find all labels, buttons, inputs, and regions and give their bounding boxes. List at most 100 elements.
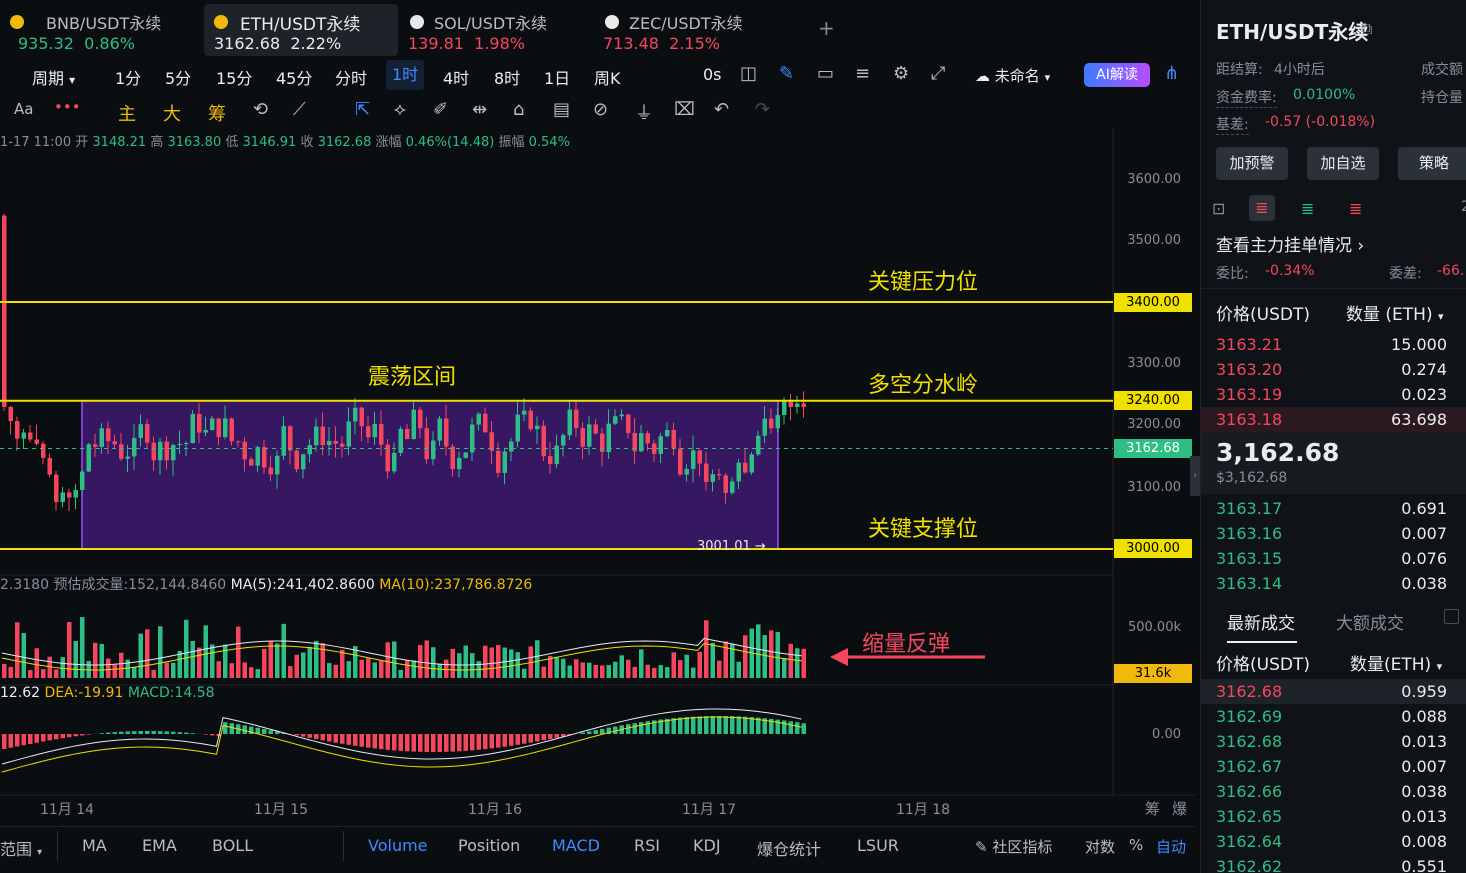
candle <box>561 435 566 446</box>
collapse-handle[interactable]: › <box>1190 456 1200 496</box>
share-icon[interactable]: ⋔ <box>1164 63 1179 84</box>
bid-row[interactable]: 3163.17 0.691 <box>1201 496 1466 521</box>
edit-icon[interactable]: ▤ <box>553 99 570 120</box>
col-qty2[interactable]: 数量(ETH) ▾ <box>1350 650 1442 675</box>
pencil-icon[interactable]: ✎ <box>779 63 794 84</box>
low-marker-value: 3001.01 <box>697 539 751 554</box>
tab-bnb[interactable]: BNB/USDT永续 935.32 0.86% <box>0 4 200 56</box>
book-both-icon[interactable]: ≣ <box>1249 195 1275 221</box>
magnet-icon[interactable]: ⊘ <box>593 99 608 120</box>
ind-liquidation[interactable]: 爆仓统计 <box>757 836 821 860</box>
chip-button[interactable]: 筹 <box>208 100 226 126</box>
tab-big-trades[interactable]: 大额成交 <box>1336 609 1404 634</box>
tab-eth[interactable]: ETH/USDT永续 3162.68 2.22% <box>204 4 398 56</box>
macd-bar <box>671 718 676 734</box>
sync-icon[interactable]: ⟲ <box>253 99 268 120</box>
volume-bar <box>762 635 767 678</box>
tab-latest-trades[interactable]: 最新成交 <box>1227 609 1295 634</box>
comment-icon[interactable]: ▭ <box>817 63 834 84</box>
book-view-icon[interactable]: ⊡ <box>1212 199 1225 218</box>
alert-button[interactable]: 加预警 <box>1216 147 1288 180</box>
candle <box>8 406 13 422</box>
list-icon[interactable]: ≡ <box>855 63 870 84</box>
tf-8h[interactable]: 8时 <box>494 65 520 89</box>
panel-title: ETH/USDT永续 <box>1216 20 1369 44</box>
ind-kdj[interactable]: KDJ <box>693 836 721 855</box>
macd-bar <box>8 734 13 748</box>
brush-icon[interactable]: ✐ <box>433 99 448 120</box>
watchlist-button[interactable]: 加自选 <box>1307 147 1379 180</box>
ind-macd[interactable]: MACD <box>552 836 600 855</box>
ind-volume[interactable]: Volume <box>368 836 428 855</box>
settings-icon[interactable]: ⚙ <box>893 63 909 84</box>
liq-corner-button[interactable]: 爆 <box>1172 798 1187 819</box>
book-asks-icon[interactable]: ≣ <box>1349 199 1362 218</box>
add-tab-button[interactable]: + <box>818 16 835 40</box>
volume-bar <box>769 630 774 678</box>
ind-rsi[interactable]: RSI <box>634 836 660 855</box>
tf-1d[interactable]: 1日 <box>544 65 570 89</box>
tf-45m[interactable]: 45分 <box>276 65 312 89</box>
ask-row[interactable]: 3163.21 15.000 <box>1201 332 1466 357</box>
bid-row[interactable]: 3163.16 0.007 <box>1201 521 1466 546</box>
ruler-icon[interactable]: ⟡ <box>394 99 406 120</box>
bid-row[interactable]: 3163.14 0.038 <box>1201 571 1466 596</box>
cursor-icon[interactable]: ⇱ <box>355 99 370 120</box>
copy-icon[interactable]: ⧉ <box>1361 19 1372 39</box>
lock-icon[interactable]: ⌂ <box>513 99 524 120</box>
camera-icon[interactable]: ◫ <box>740 63 757 84</box>
bid-row[interactable]: 3163.15 0.076 <box>1201 546 1466 571</box>
tf-1h[interactable]: 1时 <box>386 60 425 90</box>
ind-lsur[interactable]: LSUR <box>857 836 899 855</box>
range-dropdown[interactable]: 范围 ▾ <box>0 836 42 860</box>
tf-5m[interactable]: 5分 <box>165 65 191 89</box>
measure-icon[interactable]: ⇹ <box>472 99 487 120</box>
period-dropdown[interactable]: 周期 ▾ <box>32 65 75 89</box>
ind-boll[interactable]: BOLL <box>212 836 253 855</box>
ai-button[interactable]: AI解读 <box>1084 63 1150 87</box>
depth-number[interactable]: 2 <box>1461 199 1466 215</box>
ratio-label: 委比: <box>1216 266 1249 282</box>
ask-row[interactable]: 3163.19 0.023 <box>1201 382 1466 407</box>
trash-icon[interactable]: ⌧ <box>674 99 695 120</box>
tf-timeline[interactable]: 分时 <box>335 65 367 89</box>
tf-1w[interactable]: 周K <box>594 65 621 89</box>
tab-zec[interactable]: ZEC/USDT永续 713.48 2.15% <box>595 4 785 56</box>
macd-bar <box>210 734 215 736</box>
more-dots-icon[interactable]: ••• <box>54 98 81 116</box>
volume-bar <box>379 660 384 678</box>
col-qty[interactable]: 数量 (ETH) ▾ <box>1346 300 1444 325</box>
macd-bar <box>457 734 462 752</box>
redo-icon[interactable]: ↷ <box>755 99 770 120</box>
book-bids-icon[interactable]: ≣ <box>1301 199 1314 218</box>
fullscreen-icon[interactable]: ⤢ <box>931 63 945 84</box>
chart-area[interactable]: 1-17 11:00 开 3148.21 高 3163.80 低 3146.91… <box>0 128 1200 828</box>
font-button[interactable]: Aa <box>14 100 33 118</box>
candle <box>158 441 163 461</box>
ind-ma[interactable]: MA <box>82 836 107 855</box>
chip-corner-button[interactable]: 筹 <box>1145 798 1160 819</box>
layout-dropdown[interactable]: ☁ 未命名 ▾ <box>975 65 1050 86</box>
main-indicator-button[interactable]: 主 <box>118 100 136 126</box>
ask-row[interactable]: 3163.18 63.698 <box>1201 407 1466 432</box>
low-marker: 3001.01 → <box>697 539 766 554</box>
big-trades-checkbox[interactable] <box>1444 609 1459 624</box>
tf-4h[interactable]: 4时 <box>443 65 469 89</box>
ask-row[interactable]: 3163.20 0.274 <box>1201 357 1466 382</box>
ind-ema[interactable]: EMA <box>142 836 177 855</box>
undo-icon[interactable]: ↶ <box>714 99 729 120</box>
strategy-button[interactable]: 策略 <box>1398 147 1466 180</box>
tf-15m[interactable]: 15分 <box>216 65 252 89</box>
percent-toggle[interactable]: % <box>1129 836 1143 854</box>
log-toggle[interactable]: 对数 <box>1085 836 1115 857</box>
filter-icon[interactable]: ⏚ <box>635 99 653 125</box>
tab-sol[interactable]: SOL/USDT永续 139.81 1.98% <box>400 4 590 56</box>
tf-1m[interactable]: 1分 <box>115 65 141 89</box>
ind-position[interactable]: Position <box>458 836 520 855</box>
big-order-button[interactable]: 大 <box>163 100 181 126</box>
orders-link[interactable]: 查看主力挂单情况 › <box>1216 231 1364 256</box>
auto-toggle[interactable]: 自动 <box>1156 836 1186 857</box>
volume-bar <box>372 662 377 678</box>
line-tool-icon[interactable]: ⟋ <box>293 99 306 120</box>
community-button[interactable]: ✎ 社区指标 <box>975 836 1052 857</box>
